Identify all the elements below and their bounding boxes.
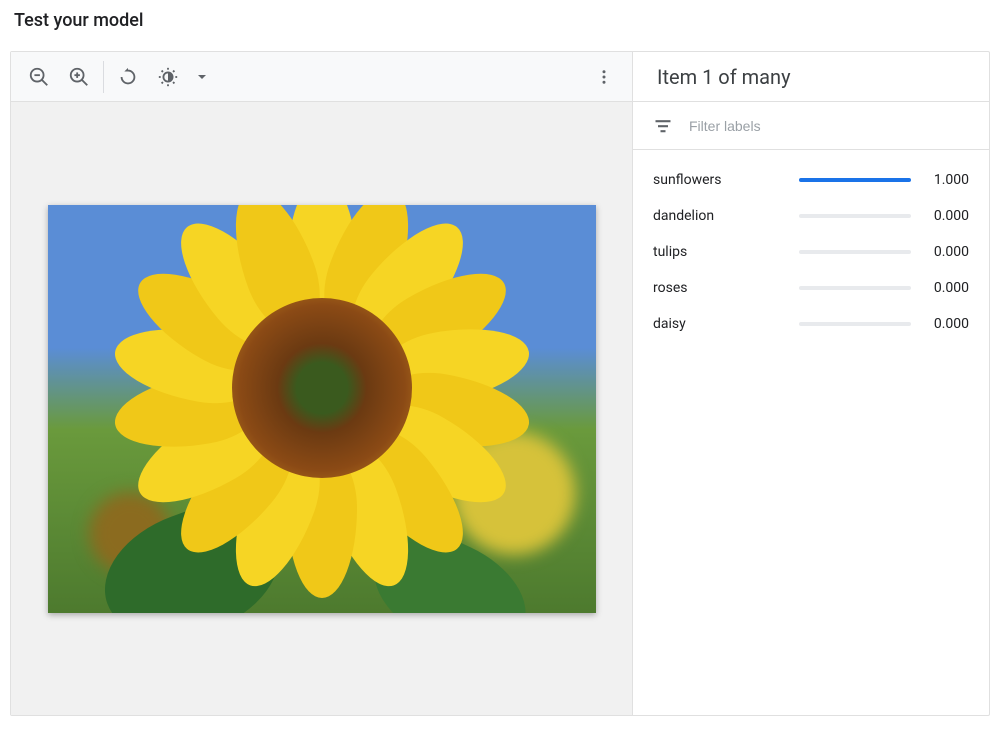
prediction-score: 0.000 <box>923 316 969 332</box>
zoom-in-icon <box>68 66 90 88</box>
image-viewer-pane <box>11 52 633 715</box>
viewer-toolbar <box>11 52 632 102</box>
rotate-button[interactable] <box>108 57 148 97</box>
prediction-bar <box>799 178 911 182</box>
toolbar-separator <box>103 61 104 93</box>
prediction-bar <box>799 214 911 218</box>
prediction-bar <box>799 250 911 254</box>
prediction-label: tulips <box>653 244 787 260</box>
model-test-panel: Item 1 of many sunflowers 1.000 dandelion 0… <box>10 51 990 716</box>
prediction-bar <box>799 286 911 290</box>
more-options-button[interactable] <box>584 57 624 97</box>
prediction-row: tulips 0.000 <box>653 234 969 270</box>
prediction-label: sunflowers <box>653 172 787 188</box>
prediction-score: 0.000 <box>923 244 969 260</box>
brightness-icon <box>157 66 179 88</box>
prediction-row: sunflowers 1.000 <box>653 162 969 198</box>
prediction-list: sunflowers 1.000 dandelion 0.000 tulips 0.000… <box>633 150 989 354</box>
prediction-label: daisy <box>653 316 787 332</box>
prediction-label: dandelion <box>653 208 787 224</box>
filter-labels-input[interactable] <box>689 118 969 134</box>
prediction-row: daisy 0.000 <box>653 306 969 342</box>
test-image <box>48 205 596 613</box>
filter-list-icon <box>653 116 673 136</box>
prediction-label: roses <box>653 280 787 296</box>
prediction-row: roses 0.000 <box>653 270 969 306</box>
prediction-score: 0.000 <box>923 208 969 224</box>
item-counter: Item 1 of many <box>633 52 989 102</box>
prediction-bar <box>799 322 911 326</box>
prediction-score: 1.000 <box>923 172 969 188</box>
zoom-out-button[interactable] <box>19 57 59 97</box>
rotate-icon <box>117 66 139 88</box>
prediction-row: dandelion 0.000 <box>653 198 969 234</box>
filter-row <box>633 102 989 150</box>
prediction-score: 0.000 <box>923 280 969 296</box>
zoom-out-icon <box>28 66 50 88</box>
zoom-in-button[interactable] <box>59 57 99 97</box>
chevron-down-icon <box>197 72 207 82</box>
brightness-dropdown[interactable] <box>182 57 222 97</box>
predictions-pane: Item 1 of many sunflowers 1.000 dandelion 0… <box>633 52 989 715</box>
more-vert-icon <box>595 68 613 86</box>
image-canvas[interactable] <box>11 102 632 715</box>
page-title: Test your model <box>10 10 990 31</box>
